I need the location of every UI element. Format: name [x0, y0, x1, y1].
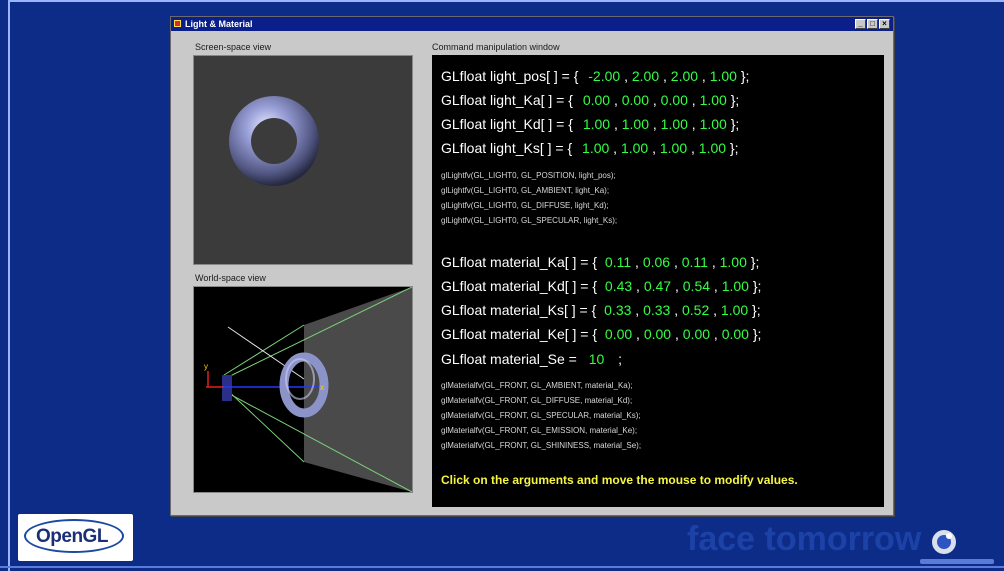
material-ka-decl: GLfloat material_Ka[ ] = { — [441, 254, 598, 270]
light-ka-b[interactable]: 0.00 — [661, 92, 688, 108]
instruction-hint: Click on the arguments and move the mous… — [441, 473, 798, 487]
light-ks-decl: GLfloat light_Ks[ ] = { — [441, 140, 573, 156]
material-ka-a[interactable]: 1.00 — [720, 254, 747, 270]
screen-space-view[interactable] — [193, 55, 413, 265]
material-call-specular: glMaterialfv(GL_FRONT, GL_SPECULAR, mate… — [441, 411, 641, 420]
frame-top-line — [8, 0, 1004, 2]
material-kd-a[interactable]: 1.00 — [722, 278, 749, 294]
opengl-logo-text: OpenGL — [36, 526, 108, 547]
material-call-diffuse: glMaterialfv(GL_FRONT, GL_DIFFUSE, mater… — [441, 396, 633, 405]
light-ks-r[interactable]: 1.00 — [582, 140, 609, 156]
light-call-ambient: glLightfv(GL_LIGHT0, GL_AMBIENT, light_K… — [441, 186, 610, 195]
material-ka-r[interactable]: 0.11 — [605, 254, 631, 270]
world-space-label: World-space view — [195, 273, 266, 283]
light-ka-g[interactable]: 0.00 — [622, 92, 649, 108]
light-ks-g[interactable]: 1.00 — [621, 140, 648, 156]
corner-logo-bar — [920, 559, 994, 564]
x-axis-label: x — [320, 383, 324, 392]
material-kd-r[interactable]: 0.43 — [605, 278, 632, 294]
opengl-logo: OpenGL — [18, 514, 133, 561]
torus-shape — [229, 96, 319, 186]
torus-render — [229, 96, 319, 186]
material-se-decl: GLfloat material_Se = — [441, 351, 577, 367]
light-pos-line: GLfloat light_pos[ ] = { -2.00 , 2.00 , … — [441, 68, 750, 84]
light-kd-a[interactable]: 1.00 — [700, 116, 727, 132]
maximize-button[interactable]: □ — [867, 19, 878, 29]
light-kd-r[interactable]: 1.00 — [583, 116, 610, 132]
material-ks-g[interactable]: 0.33 — [643, 302, 670, 318]
light-call-position: glLightfv(GL_LIGHT0, GL_POSITION, light_… — [441, 171, 616, 180]
minimize-icon: _ — [858, 19, 863, 28]
material-se-line: GLfloat material_Se = 10 ; — [441, 351, 622, 367]
material-ke-line: GLfloat material_Ke[ ] = { 0.00 , 0.00 ,… — [441, 326, 762, 342]
material-ka-b[interactable]: 0.11 — [682, 254, 708, 270]
material-ks-r[interactable]: 0.33 — [604, 302, 631, 318]
light-call-specular: glLightfv(GL_LIGHT0, GL_SPECULAR, light_… — [441, 216, 618, 225]
material-ks-b[interactable]: 0.52 — [682, 302, 709, 318]
y-axis-label: y — [204, 362, 208, 371]
material-ks-line: GLfloat material_Ks[ ] = { 0.33 , 0.33 ,… — [441, 302, 761, 318]
light-ka-a[interactable]: 1.00 — [700, 92, 727, 108]
material-ke-decl: GLfloat material_Ke[ ] = { — [441, 326, 598, 342]
world-space-view[interactable]: y x — [193, 286, 413, 493]
close-button[interactable]: × — [879, 19, 890, 29]
brand-watermark: face tomorrow — [687, 520, 922, 558]
window-title: Light & Material — [185, 19, 253, 29]
material-ke-b[interactable]: 0.00 — [683, 326, 710, 342]
material-se-semicolon: ; — [618, 351, 623, 367]
light-ka-decl: GLfloat light_Ka[ ] = { — [441, 92, 573, 108]
frame-bottom-line — [0, 566, 1004, 568]
command-window-label: Command manipulation window — [432, 42, 560, 52]
light-kd-line: GLfloat light_Kd[ ] = { 1.00 , 1.00 , 1.… — [441, 116, 740, 132]
light-pos-y[interactable]: 2.00 — [632, 68, 659, 84]
light-pos-w[interactable]: 1.00 — [710, 68, 737, 84]
app-icon — [174, 20, 181, 27]
close-icon: × — [882, 19, 887, 28]
material-ka-g[interactable]: 0.06 — [643, 254, 670, 270]
material-kd-decl: GLfloat material_Kd[ ] = { — [441, 278, 598, 294]
light-pos-z[interactable]: 2.00 — [671, 68, 698, 84]
maximize-icon: □ — [870, 19, 875, 28]
material-ke-g[interactable]: 0.00 — [644, 326, 671, 342]
frame-left-line — [8, 0, 10, 571]
material-ks-a[interactable]: 1.00 — [721, 302, 748, 318]
light-material-window: Light & Material _ □ × Screen-space view… — [170, 16, 894, 516]
screen-space-label: Screen-space view — [195, 42, 272, 52]
light-pos-x[interactable]: -2.00 — [588, 68, 620, 84]
frustum-line-3 — [223, 386, 305, 463]
light-kd-decl: GLfloat light_Kd[ ] = { — [441, 116, 573, 132]
light-call-diffuse: glLightfv(GL_LIGHT0, GL_DIFFUSE, light_K… — [441, 201, 609, 210]
light-ks-b[interactable]: 1.00 — [660, 140, 687, 156]
material-call-ambient: glMaterialfv(GL_FRONT, GL_AMBIENT, mater… — [441, 381, 633, 390]
light-kd-g[interactable]: 1.00 — [622, 116, 649, 132]
command-manipulation-window: GLfloat light_pos[ ] = { -2.00 , 2.00 , … — [432, 55, 884, 507]
light-kd-b[interactable]: 1.00 — [661, 116, 688, 132]
light-ka-line: GLfloat light_Ka[ ] = { 0.00 , 0.00 , 0.… — [441, 92, 740, 108]
material-se-value[interactable]: 10 — [589, 351, 605, 367]
material-kd-b[interactable]: 0.54 — [683, 278, 710, 294]
material-call-emission: glMaterialfv(GL_FRONT, GL_EMISSION, mate… — [441, 426, 638, 435]
light-ks-a[interactable]: 1.00 — [699, 140, 726, 156]
light-ks-line: GLfloat light_Ks[ ] = { 1.00 , 1.00 , 1.… — [441, 140, 739, 156]
material-ke-a[interactable]: 0.00 — [722, 326, 749, 342]
light-ka-r[interactable]: 0.00 — [583, 92, 610, 108]
material-kd-g[interactable]: 0.47 — [644, 278, 671, 294]
minimize-button[interactable]: _ — [855, 19, 866, 29]
material-ke-r[interactable]: 0.00 — [605, 326, 632, 342]
material-call-shininess: glMaterialfv(GL_FRONT, GL_SHININESS, mat… — [441, 441, 642, 450]
camera-body — [222, 375, 232, 401]
corner-logo-icon — [932, 530, 956, 554]
material-kd-line: GLfloat material_Kd[ ] = { 0.43 , 0.47 ,… — [441, 278, 762, 294]
light-pos-decl: GLfloat light_pos[ ] = { — [441, 68, 579, 84]
titlebar[interactable]: Light & Material _ □ × — [171, 17, 893, 31]
world-scene: y x — [204, 287, 412, 492]
material-ks-decl: GLfloat material_Ks[ ] = { — [441, 302, 597, 318]
material-ka-line: GLfloat material_Ka[ ] = { 0.11 , 0.06 ,… — [441, 254, 760, 270]
